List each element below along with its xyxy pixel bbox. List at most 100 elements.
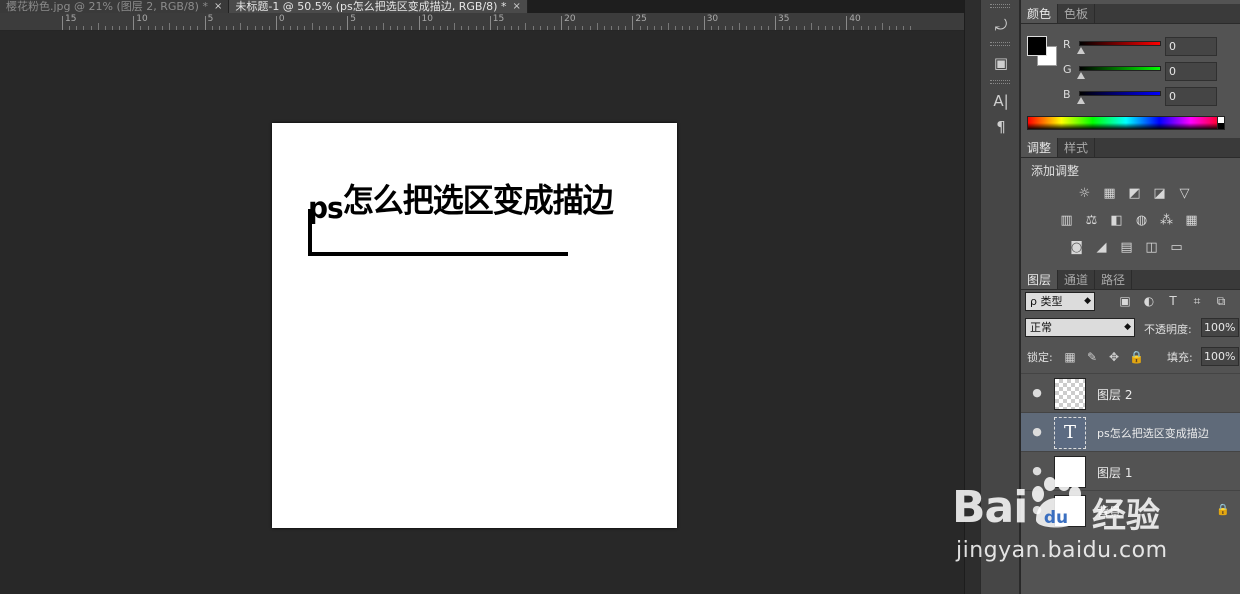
red-value-input[interactable]: 0 [1165, 37, 1217, 56]
ruler-minor-tick [111, 26, 113, 30]
channel-mixer-icon[interactable]: ⁂ [1157, 211, 1176, 230]
tab-layers[interactable]: 图层 [1021, 270, 1059, 289]
layer-filter-select[interactable]: ρ 类型 ◆ [1025, 292, 1095, 311]
ruler-minor-tick [161, 26, 163, 30]
paragraph-icon[interactable]: ¶ [981, 114, 1021, 140]
tab-paths[interactable]: 路径 [1095, 270, 1133, 289]
black-white-icon[interactable]: ◧ [1107, 211, 1126, 230]
ruler-minor-tick [354, 26, 356, 30]
ruler-minor-tick [625, 26, 627, 30]
blue-value-input[interactable]: 0 [1165, 87, 1217, 106]
grip-handle[interactable] [990, 80, 1010, 84]
visibility-eye-icon[interactable]: ● [1030, 425, 1044, 439]
tab-sakura-pink[interactable]: 樱花粉色.jpg @ 21% (图层 2, RGB/8) * × [0, 0, 230, 13]
watermark-logo-text: Bai [952, 482, 1028, 533]
color-lookup-icon[interactable]: ▦ [1182, 211, 1201, 230]
selective-color-icon[interactable]: ◫ [1142, 238, 1161, 257]
ruler-minor-tick [168, 23, 170, 30]
green-slider-knob[interactable] [1077, 72, 1085, 79]
ruler-minor-tick [211, 26, 213, 30]
lock-position-icon[interactable]: ✥ [1107, 350, 1121, 364]
grip-handle[interactable] [990, 4, 1010, 8]
lock-transparency-icon[interactable]: ▦ [1063, 350, 1077, 364]
layer-name: ps怎么把选区变成描边 [1097, 427, 1209, 440]
opacity-input[interactable]: 100% [1201, 318, 1239, 337]
exposure-icon[interactable]: ◪ [1150, 184, 1169, 203]
color-panel: 颜色 色板 R 0 G 0 B 0 [1021, 4, 1240, 136]
lock-all-icon[interactable]: 🔒 [1129, 350, 1144, 364]
ruler-minor-tick [839, 26, 841, 30]
filter-shape-icon[interactable]: ⌗ [1189, 293, 1205, 309]
ruler-minor-tick [803, 26, 805, 30]
ruler-minor-tick [532, 26, 534, 30]
tab-untitled-1[interactable]: 未标题-1 @ 50.5% (ps怎么把选区变成描边, RGB/8) * × [229, 0, 528, 13]
ruler-minor-tick [154, 26, 156, 30]
document-canvas[interactable]: ps怎么把选区变成描边 [272, 123, 677, 528]
brightness-icon[interactable]: ☼ [1075, 184, 1094, 203]
filter-pixel-icon[interactable]: ▣ [1117, 293, 1133, 309]
ruler-minor-tick [867, 26, 869, 30]
foreground-color-swatch[interactable] [1027, 36, 1047, 56]
ruler-label: 30 [706, 14, 719, 24]
visibility-eye-icon[interactable]: ● [1030, 386, 1044, 400]
filter-type-icon[interactable]: T [1165, 293, 1181, 309]
close-icon[interactable]: × [512, 1, 520, 13]
gradient-map-icon[interactable]: ▭ [1167, 238, 1186, 257]
tab-swatches[interactable]: 色板 [1058, 4, 1096, 23]
blue-slider-track[interactable] [1079, 91, 1161, 96]
grip-handle[interactable] [990, 42, 1010, 46]
layer-row[interactable]: ● T ps怎么把选区变成描边 [1021, 412, 1240, 451]
posterize-icon[interactable]: ◢ [1092, 238, 1111, 257]
horizontal-ruler[interactable]: 15 10 5 0 5 10 15 20 25 30 35 40 [0, 13, 964, 31]
ruler-minor-tick [675, 26, 677, 30]
blue-slider-knob[interactable] [1077, 97, 1085, 104]
color-balance-icon[interactable]: ⚖ [1082, 211, 1101, 230]
ruler-minor-tick [411, 26, 413, 30]
ruler-major-tick [703, 16, 705, 30]
blend-mode-select[interactable]: 正常 ◆ [1025, 318, 1135, 337]
curves-icon[interactable]: ◩ [1125, 184, 1144, 203]
lock-pixels-icon[interactable]: ✎ [1085, 350, 1099, 364]
ruler-major-tick [204, 16, 206, 30]
ruler-minor-tick [382, 23, 384, 30]
tab-adjustments[interactable]: 调整 [1021, 138, 1059, 157]
close-icon[interactable]: × [214, 1, 222, 13]
character-icon[interactable]: A| [981, 88, 1021, 114]
canvas-area[interactable]: ps怎么把选区变成描边 [0, 32, 964, 594]
ruler-minor-tick [760, 26, 762, 30]
ruler-minor-tick [810, 23, 812, 30]
layer-row[interactable]: ● 图层 2 [1021, 373, 1240, 412]
color-spectrum[interactable] [1027, 116, 1225, 130]
3d-icon[interactable]: ▣ [981, 50, 1021, 76]
canvas-text-prefix: ps [308, 190, 344, 226]
levels-icon[interactable]: ▦ [1100, 184, 1119, 203]
filter-smartobject-icon[interactable]: ⧉ [1213, 293, 1229, 309]
ruler-major-tick [62, 16, 63, 30]
red-slider-knob[interactable] [1077, 47, 1085, 54]
photo-filter-icon[interactable]: ◍ [1132, 211, 1151, 230]
hue-saturation-icon[interactable]: ▥ [1057, 211, 1076, 230]
vibrance-icon[interactable]: ▽ [1175, 184, 1194, 203]
history-icon[interactable]: ⤾ [981, 12, 1021, 38]
ruler-minor-tick [589, 26, 591, 30]
ruler-minor-tick [568, 26, 570, 30]
fill-input[interactable]: 100% [1201, 347, 1239, 366]
green-slider-track[interactable] [1079, 66, 1161, 71]
ruler-label: 35 [778, 14, 790, 24]
green-value-input[interactable]: 0 [1165, 62, 1217, 81]
red-slider-track[interactable] [1079, 41, 1161, 46]
ruler-minor-tick [618, 26, 620, 30]
black-white-swatch[interactable] [1217, 116, 1225, 130]
ruler-minor-tick [853, 26, 855, 30]
tab-color[interactable]: 颜色 [1021, 4, 1059, 23]
ruler-minor-tick [682, 26, 684, 30]
filter-adjustment-icon[interactable]: ◐ [1141, 293, 1157, 309]
invert-icon[interactable]: ◙ [1067, 238, 1086, 257]
select-arrow-icon: ◆ [1124, 322, 1131, 332]
tab-channels[interactable]: 通道 [1058, 270, 1096, 289]
threshold-icon[interactable]: ▤ [1117, 238, 1136, 257]
tab-styles[interactable]: 样式 [1058, 138, 1096, 157]
ruler-minor-tick [126, 26, 128, 30]
opacity-label: 不透明度: [1144, 323, 1192, 336]
ruler-major-tick [133, 16, 135, 30]
